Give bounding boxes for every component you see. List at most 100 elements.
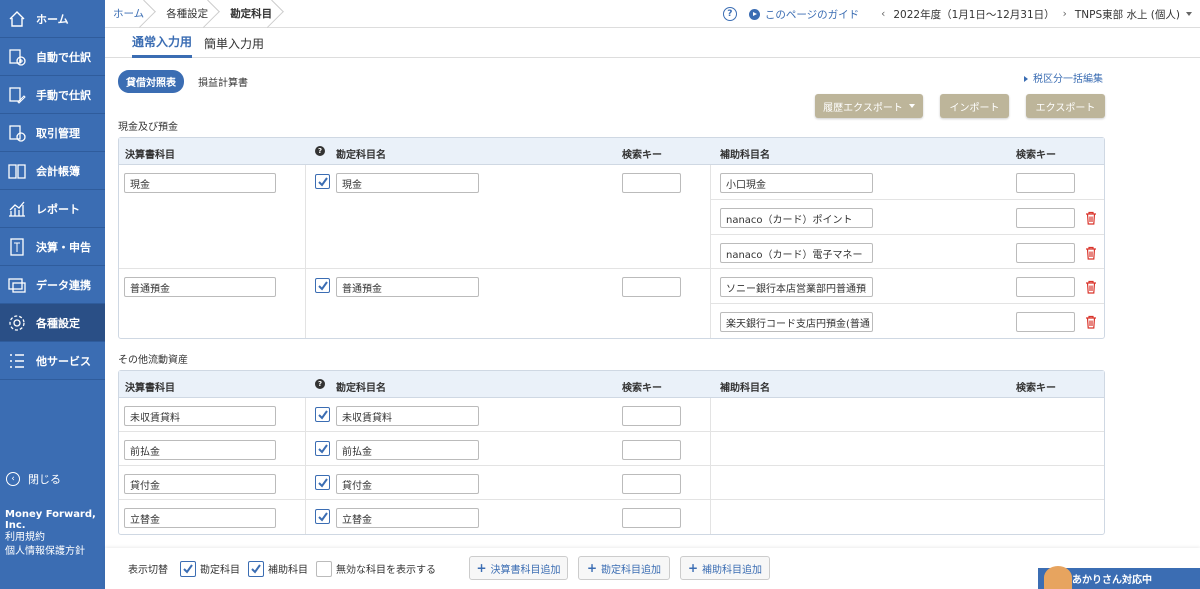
privacy-link[interactable]: 個人情報保護方針 [5,545,85,559]
top-bar: ホーム 各種設定 勘定科目 ? このページのガイド ‹ 2022年度（1月1日〜… [105,0,1200,28]
user-name[interactable]: TNPS東部 水上 (個人) [1075,7,1180,22]
statement-item-input[interactable]: 立替金 [124,508,276,528]
import-button[interactable]: インポート [940,94,1009,118]
add-account-button[interactable]: + 勘定科目追加 [578,556,670,580]
delete-trash-icon[interactable] [1085,280,1097,294]
auto-journal-icon [6,47,28,67]
account-name-input[interactable]: 普通預金 [336,277,479,297]
sidebar-item-label: 会計帳簿 [36,164,80,178]
statement-item-input[interactable]: 普通預金 [124,277,276,297]
col-search-key: 検索キー [622,383,662,394]
account-name-input[interactable]: 現金 [336,173,479,193]
next-year-chevron-icon[interactable]: › [1063,8,1067,20]
account-enabled-checkbox[interactable] [315,174,330,189]
fiscal-year: 2022年度（1月1日〜12月31日） [893,8,1055,21]
sidebar-item-label: データ連携 [36,278,91,292]
page-guide-link[interactable]: このページのガイド [748,7,859,22]
account-name-input[interactable]: 未収賃貸料 [336,406,479,426]
sub-account-name-input[interactable]: ソニー銀行本店営業部円普通預 [720,277,873,297]
sidebar-item-home[interactable]: ホーム [0,0,105,38]
help-circle-icon[interactable]: ? [315,379,325,389]
sidebar-item-report-chart[interactable]: レポート [0,190,105,228]
breadcrumb-settings[interactable]: 各種設定 [158,0,222,28]
sub-account-name-input[interactable]: nanaco（カード）電子マネー [720,243,873,263]
sub-search-key-input[interactable] [1016,208,1075,228]
sub-search-key-input[interactable] [1016,173,1075,193]
account-name-input[interactable]: 前払金 [336,440,479,460]
export-button[interactable]: エクスポート [1026,94,1105,118]
add-sub-account-button[interactable]: + 補助科目追加 [680,556,770,580]
history-export-button[interactable]: 履歴エクスポート [815,94,923,118]
account-enabled-checkbox[interactable] [315,278,330,293]
col-sub-search-key: 検索キー [1016,383,1056,394]
sidebar-item-auto-journal[interactable]: 自動で仕訳 [0,38,105,76]
help-icon[interactable]: ? [722,7,737,21]
tax-bulk-edit-link[interactable]: 税区分一括編集 [1024,70,1103,85]
table-row: 貸付金 貸付金 [119,466,1104,500]
sidebar-item-label: 決算・申告 [36,240,91,254]
help-circle-icon[interactable]: ? [315,146,325,156]
search-key-input[interactable] [622,508,681,528]
search-key-input[interactable] [622,474,681,494]
add-sub-label: 補助科目追加 [702,564,763,576]
tab-income-statement[interactable]: 損益計算書 [198,74,248,89]
statement-item-input[interactable]: 現金 [124,173,276,193]
col-sub-account-name: 補助科目名 [720,383,770,394]
sub-account-name-input[interactable]: 楽天銀行コード支店円預金(普通 [720,312,873,332]
sub-search-key-input[interactable] [1016,312,1075,332]
breadcrumb-home[interactable]: ホーム [105,0,158,28]
prev-year-chevron-icon[interactable]: ‹ [881,8,885,20]
search-key-input[interactable] [622,440,681,460]
show-subs-checkbox[interactable] [248,560,264,577]
account-enabled-checkbox[interactable] [315,509,330,524]
tab-normal-input[interactable]: 通常入力用 [132,28,193,58]
statement-item-input[interactable]: 前払金 [124,440,276,460]
add-statement-item-button[interactable]: + 決算書科目追加 [469,556,568,580]
search-key-input[interactable] [622,406,681,426]
sub-account-name-input[interactable]: nanaco（カード）ポイント [720,208,873,228]
sidebar-item-label: 自動で仕訳 [36,50,91,64]
sidebar-close-button[interactable]: ‹ 閉じる [0,467,105,491]
tab-simple-input[interactable]: 簡単入力用 [204,28,264,58]
sidebar-item-filing[interactable]: 決算・申告 [0,228,105,266]
data-link-icon [6,275,28,295]
delete-trash-icon[interactable] [1085,211,1097,225]
table-row: 前払金 前払金 [119,432,1104,466]
sub-search-key-input[interactable] [1016,277,1075,297]
sub-search-key-input[interactable] [1016,243,1075,263]
tab-balance-sheet[interactable]: 貸借対照表 [118,70,184,93]
statement-item-input[interactable]: 未収賃貸料 [124,406,276,426]
delete-trash-icon[interactable] [1085,315,1097,329]
plus-icon: + [476,561,487,575]
statement-item-input[interactable]: 貸付金 [124,474,276,494]
sidebar-item-ledger[interactable]: 会計帳簿 [0,152,105,190]
account-enabled-checkbox[interactable] [315,475,330,490]
close-circle-icon: ‹ [6,472,20,486]
search-key-input[interactable] [622,173,681,193]
show-invalid-label: 無効な科目を表示する [336,565,436,576]
sidebar-item-data-link[interactable]: データ連携 [0,266,105,304]
sidebar-item-manual-journal[interactable]: 手動で仕訳 [0,76,105,114]
show-invalid-checkbox[interactable] [316,560,332,577]
delete-trash-icon[interactable] [1085,246,1097,260]
account-name-input[interactable]: 貸付金 [336,474,479,494]
table-row: 現金 現金 小口現金 nanaco（カード）ポイント nanaco（カード）電子マネー [119,165,1104,269]
breadcrumb-current: 勘定科目 [222,0,286,28]
terms-link[interactable]: 利用規約 [5,531,85,545]
operator-avatar-icon[interactable] [1044,566,1072,589]
account-name-input[interactable]: 立替金 [336,508,479,528]
ledger-icon [6,161,28,181]
display-toggle-label: 表示切替 [128,565,168,576]
show-accounts-checkbox[interactable] [180,560,196,577]
sidebar-item-gear[interactable]: 各種設定 [0,304,105,342]
account-enabled-checkbox[interactable] [315,407,330,422]
user-dropdown-icon[interactable] [1186,12,1192,16]
account-enabled-checkbox[interactable] [315,441,330,456]
search-key-input[interactable] [622,277,681,297]
sidebar-item-list[interactable]: 他サービス [0,342,105,380]
sidebar-item-label: 各種設定 [36,316,80,330]
sidebar: ホーム自動で仕訳手動で仕訳 取引管理会計帳簿レポート決算・申告データ連携各種設定他… [0,0,105,589]
sidebar-item-transaction[interactable]: 取引管理 [0,114,105,152]
sub-account-name-input[interactable]: 小口現金 [720,173,873,193]
col-search-key: 検索キー [622,150,662,161]
